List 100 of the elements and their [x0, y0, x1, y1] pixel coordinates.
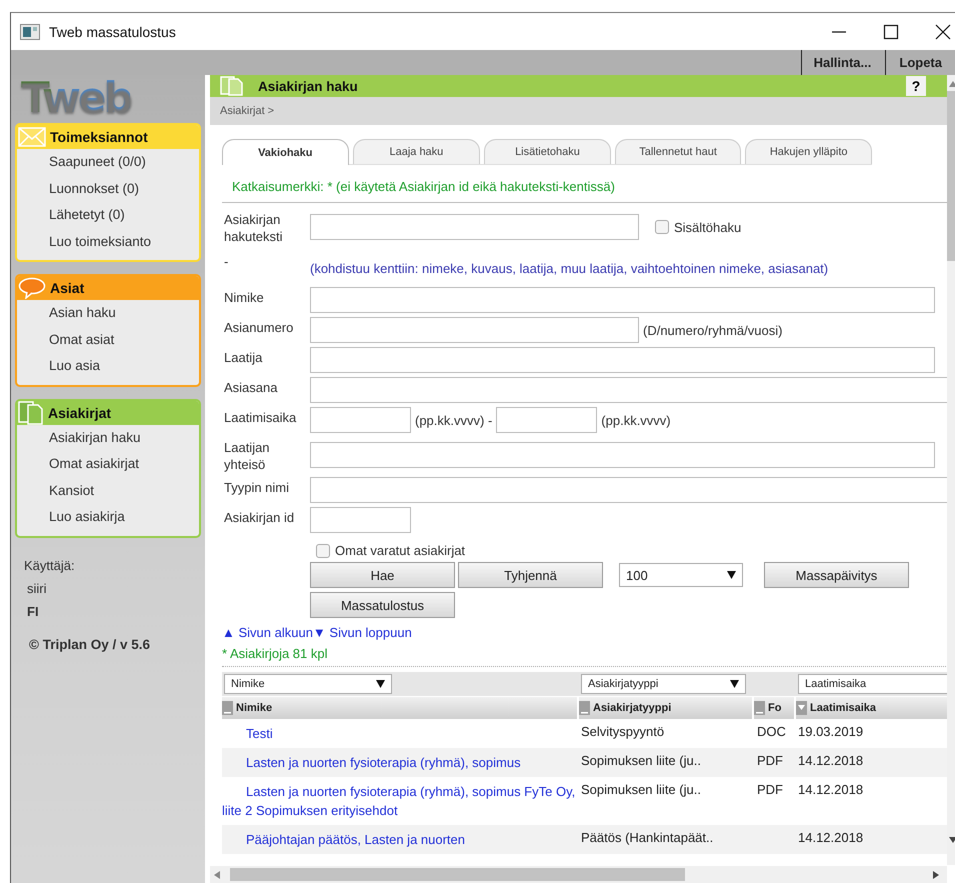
- table-cell: 14.12.2018: [798, 830, 864, 845]
- format-hint: (pp.kk.vvvv) -: [415, 412, 492, 428]
- scrollbar-thumb[interactable]: [947, 91, 955, 261]
- date-field[interactable]: [310, 407, 411, 433]
- scroll-up-icon[interactable]: [948, 81, 955, 87]
- nav-item[interactable]: Saapuneet (0/0): [17, 149, 199, 176]
- maximize-icon[interactable]: [883, 24, 899, 40]
- section-header[interactable]: Asiat: [17, 276, 199, 300]
- table-cell: PDF: [757, 782, 783, 797]
- text-field[interactable]: [310, 507, 411, 533]
- field-label: Laatimisaika: [223, 409, 298, 427]
- filter-select[interactable]: Nimike: [224, 674, 392, 694]
- field-label: Asiakirjan id: [223, 509, 296, 527]
- table-cell: Selvityspyyntö: [581, 724, 664, 739]
- date-field[interactable]: [496, 407, 598, 433]
- table-cell: Sopimuksen liite (ju..: [581, 753, 701, 768]
- text-field[interactable]: [310, 477, 947, 503]
- checkbox[interactable]: [316, 544, 330, 558]
- action-button[interactable]: Hae: [310, 562, 455, 588]
- tab[interactable]: Tallennetut haut: [614, 139, 742, 164]
- vertical-scrollbar[interactable]: [947, 75, 955, 865]
- field-label: Tyypin nimi: [223, 479, 290, 497]
- format-hint: (D/numero/ryhmä/vuosi): [643, 322, 782, 338]
- tab[interactable]: Vakiohaku: [222, 139, 349, 165]
- document-link[interactable]: Pääjohtajan päätös, Lasten ja nuorten: [222, 830, 577, 849]
- text-field[interactable]: [310, 317, 639, 343]
- action-button[interactable]: Massapäivitys: [764, 562, 909, 588]
- document-link[interactable]: Testi: [222, 724, 577, 743]
- nav-item[interactable]: Asian haku: [17, 300, 199, 326]
- tab[interactable]: Lisätietohaku: [484, 139, 611, 164]
- caret-icon: [376, 680, 385, 688]
- close-icon[interactable]: [935, 24, 951, 40]
- nav-item[interactable]: Luo asia: [17, 353, 199, 380]
- nav-item[interactable]: Omat asiat: [17, 326, 199, 353]
- checkbox-label: Sisältöhaku: [674, 220, 742, 234]
- text-field[interactable]: [310, 214, 639, 240]
- nav-item[interactable]: Asiakirjan haku: [17, 424, 199, 451]
- document-link[interactable]: Lasten ja nuorten fysioterapia (ryhmä), sopimus: [222, 753, 577, 772]
- wildcard-note: Katkaisumerkki: * (ei käytetä Asiakirjan id eikä hakuteksti-kentissä): [232, 179, 616, 194]
- text-field[interactable]: [310, 347, 935, 373]
- field-label: -: [223, 253, 230, 271]
- documents-icon: [18, 400, 44, 424]
- nav-item[interactable]: Lähetetyt (0): [17, 202, 199, 228]
- table-cell: 19.03.2019: [798, 724, 864, 739]
- tab[interactable]: Hakujen ylläpito: [745, 139, 872, 164]
- app-icon: [20, 24, 40, 40]
- table-row[interactable]: Lasten ja nuorten fysioterapia (ryhmä), sopimus Sopimuksen liite (ju.. PDF 14.12.2018: [222, 748, 947, 777]
- page-link[interactable]: ▲ Sivun alkuun: [222, 625, 313, 640]
- panel-title: Asiakirjan haku: [258, 78, 358, 94]
- field-label: Asiakirjan hakuteksti: [223, 211, 284, 245]
- language: FI: [27, 604, 40, 618]
- section-header[interactable]: Toimeksiannot: [17, 125, 199, 149]
- column-header[interactable]: Laatimisaika: [796, 697, 947, 719]
- user-name: siiri: [27, 580, 48, 596]
- table-cell: 14.12.2018: [798, 782, 864, 797]
- text-field[interactable]: [310, 287, 935, 313]
- caret-icon: [730, 680, 739, 688]
- tab[interactable]: Laaja haku: [352, 139, 480, 164]
- table-cell: PDF: [757, 753, 783, 768]
- action-button[interactable]: Tyhjennä: [458, 562, 603, 588]
- speech-bubble-icon: [18, 277, 46, 299]
- document-link[interactable]: Lasten ja nuorten fysioterapia (ryhmä), sopimus FyTe Oy, liite 2 Sopimuksen erityisehdot: [222, 782, 577, 820]
- column-header[interactable]: Fo: [754, 697, 794, 719]
- result-count: * Asiakirjoja 81 kpl: [222, 646, 328, 661]
- table-cell: Päätös (Hankintapäät..: [581, 830, 714, 845]
- scroll-left-icon[interactable]: [214, 870, 220, 878]
- text-field[interactable]: [310, 377, 947, 403]
- text-field[interactable]: [310, 442, 935, 468]
- column-header[interactable]: Asiakirjatyyppi: [579, 697, 752, 719]
- nav-item[interactable]: Omat asiakirjat: [17, 451, 199, 478]
- user-label: Käyttäjä:: [24, 558, 76, 572]
- field-label: Laatijan yhteisö: [223, 439, 271, 473]
- breadcrumb-link[interactable]: Asiakirjat >: [220, 105, 274, 117]
- nav-item[interactable]: Kansiot: [17, 478, 199, 504]
- field-label: Laatija: [223, 349, 264, 367]
- scroll-down-icon[interactable]: [948, 837, 955, 843]
- envelope-icon: [18, 127, 46, 147]
- nav-item[interactable]: Luo asiakirja: [17, 504, 199, 530]
- nav-item[interactable]: Luo toimeksianto: [17, 228, 199, 255]
- nav-item[interactable]: Luonnokset (0): [17, 176, 199, 202]
- filter-select[interactable]: Asiakirjatyyppi: [581, 674, 746, 694]
- scrollbar-thumb[interactable]: [230, 868, 685, 881]
- table-row[interactable]: Pääjohtajan päätös, Lasten ja nuorten Päätös (Hankintapäät.. 14.12.2018: [222, 825, 947, 854]
- caret-icon: [727, 571, 736, 579]
- action-button[interactable]: Massatulostus: [310, 592, 455, 618]
- copyright: © Triplan Oy / v 5.6: [29, 636, 151, 652]
- section-header[interactable]: Asiakirjat: [17, 400, 199, 424]
- field-label: Asiasana: [223, 379, 278, 397]
- table-cell: Sopimuksen liite (ju..: [581, 782, 701, 797]
- help-button[interactable]: ?: [906, 76, 926, 96]
- page-size-select[interactable]: 100: [619, 563, 743, 587]
- field-label: Nimike: [223, 289, 265, 307]
- horizontal-scrollbar[interactable]: [210, 866, 947, 883]
- page-link[interactable]: ▼ Sivun loppuun: [312, 625, 412, 640]
- filter-field[interactable]: Laatimisaika: [798, 674, 947, 694]
- checkbox-label: Omat varatut asiakirjat: [335, 543, 466, 558]
- column-header[interactable]: Nimike: [222, 697, 577, 719]
- scroll-right-icon[interactable]: [933, 870, 939, 878]
- table-cell: 14.12.2018: [798, 753, 864, 768]
- checkbox[interactable]: [655, 220, 669, 234]
